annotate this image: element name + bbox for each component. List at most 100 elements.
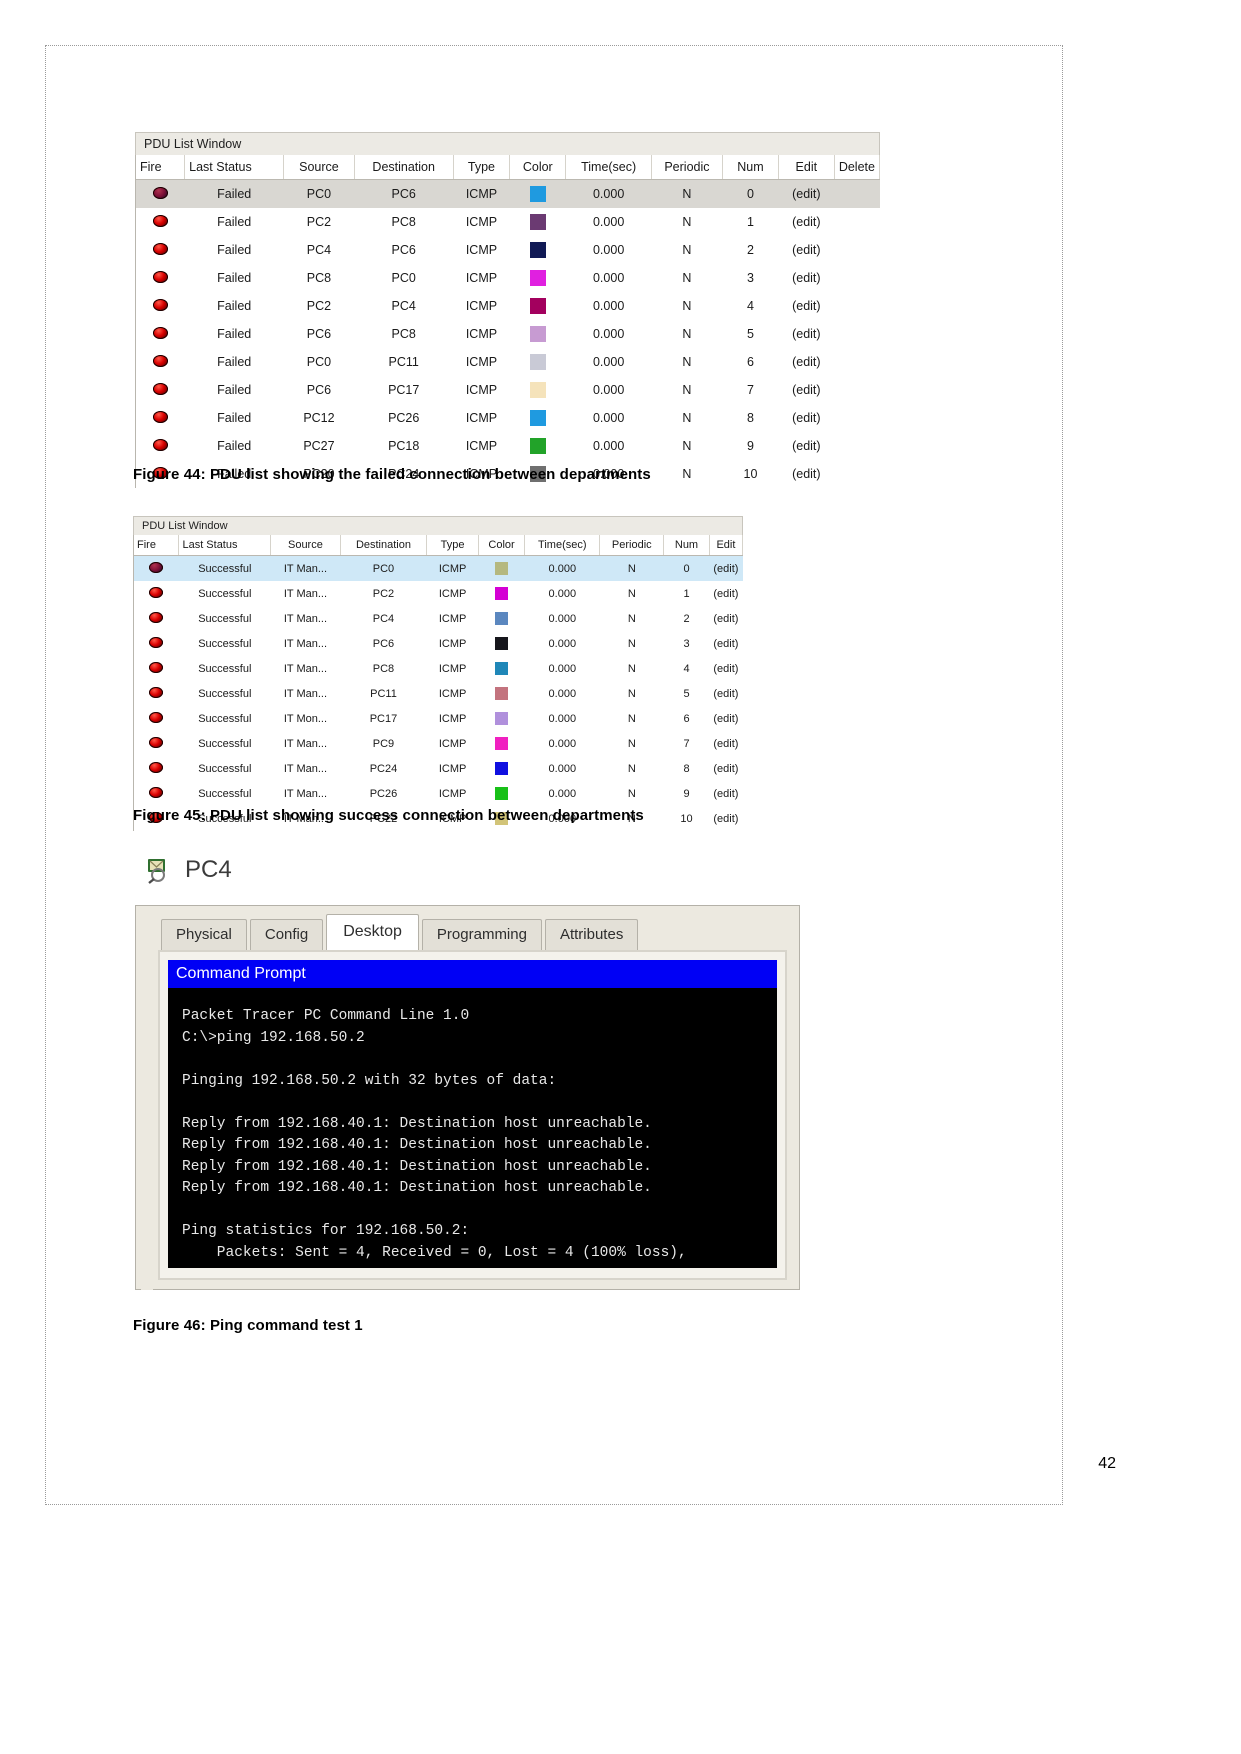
cell-delete[interactable] <box>834 208 879 236</box>
red-led-icon[interactable] <box>149 762 163 773</box>
cell-edit[interactable]: (edit) <box>709 556 742 582</box>
tab-programming[interactable]: Programming <box>422 919 542 950</box>
cell-delete[interactable] <box>834 404 879 432</box>
tab-config[interactable]: Config <box>250 919 323 950</box>
table-row[interactable]: SuccessfulIT Man...PC8ICMP0.000N4(edit) <box>134 656 743 681</box>
cell-edit[interactable]: (edit) <box>709 756 742 781</box>
table-row[interactable]: SuccessfulIT Man...PC24ICMP0.000N8(edit) <box>134 756 743 781</box>
red-led-icon[interactable] <box>153 383 168 395</box>
red-led-icon[interactable] <box>153 215 168 227</box>
terminal-output[interactable]: Packet Tracer PC Command Line 1.0 C:\>pi… <box>168 988 777 1268</box>
cell-edit[interactable]: (edit) <box>709 731 742 756</box>
cell-delete[interactable] <box>834 236 879 264</box>
cell-edit[interactable]: (edit) <box>778 320 834 348</box>
column-header-destination[interactable]: Destination <box>340 535 427 556</box>
column-header-periodic[interactable]: Periodic <box>600 535 664 556</box>
table-row[interactable]: FailedPC4PC6ICMP0.000N2(edit) <box>136 236 880 264</box>
red-led-icon[interactable] <box>153 299 168 311</box>
cell-fire[interactable] <box>136 376 185 404</box>
cell-delete[interactable] <box>834 432 879 460</box>
red-led-icon[interactable] <box>149 662 163 673</box>
cell-fire[interactable] <box>136 264 185 292</box>
column-header-last-status[interactable]: Last Status <box>179 535 271 556</box>
cell-fire[interactable] <box>136 432 185 460</box>
table-row[interactable]: SuccessfulIT Man...PC9ICMP0.000N7(edit) <box>134 731 743 756</box>
column-header-periodic[interactable]: Periodic <box>651 155 722 180</box>
red-led-icon[interactable] <box>149 587 163 598</box>
cell-fire[interactable] <box>134 706 179 731</box>
cell-fire[interactable] <box>136 348 185 376</box>
column-header-time-sec[interactable]: Time(sec) <box>566 155 651 180</box>
tab-desktop[interactable]: Desktop <box>326 914 419 950</box>
red-led-icon[interactable] <box>153 243 168 255</box>
table-row[interactable]: FailedPC0PC6ICMP0.000N0(edit) <box>136 180 880 209</box>
column-header-num[interactable]: Num <box>723 155 779 180</box>
cell-edit[interactable]: (edit) <box>778 432 834 460</box>
column-header-color[interactable]: Color <box>478 535 524 556</box>
table-row[interactable]: SuccessfulIT Man...PC4ICMP0.000N2(edit) <box>134 606 743 631</box>
red-led-icon[interactable] <box>153 411 168 423</box>
column-header-type[interactable]: Type <box>427 535 479 556</box>
red-led-icon[interactable] <box>153 271 168 283</box>
column-header-source[interactable]: Source <box>271 535 341 556</box>
red-led-icon[interactable] <box>149 687 163 698</box>
cell-fire[interactable] <box>136 292 185 320</box>
cell-fire[interactable] <box>134 731 179 756</box>
cell-delete[interactable] <box>834 292 879 320</box>
cell-edit[interactable]: (edit) <box>778 236 834 264</box>
cell-fire[interactable] <box>136 180 185 209</box>
column-header-fire[interactable]: Fire <box>134 535 179 556</box>
column-header-edit[interactable]: Edit <box>778 155 834 180</box>
column-header-time-sec[interactable]: Time(sec) <box>525 535 600 556</box>
cell-edit[interactable]: (edit) <box>778 376 834 404</box>
cell-edit[interactable]: (edit) <box>778 180 834 209</box>
table-row[interactable]: SuccessfulIT Mon...PC17ICMP0.000N6(edit) <box>134 706 743 731</box>
cell-fire[interactable] <box>136 236 185 264</box>
cell-edit[interactable]: (edit) <box>778 404 834 432</box>
cell-delete[interactable] <box>834 320 879 348</box>
column-header-source[interactable]: Source <box>284 155 354 180</box>
column-header-edit[interactable]: Edit <box>709 535 742 556</box>
cell-fire[interactable] <box>134 756 179 781</box>
red-led-icon[interactable] <box>153 439 168 451</box>
cell-delete[interactable] <box>834 264 879 292</box>
table-row[interactable]: FailedPC0PC11ICMP0.000N6(edit) <box>136 348 880 376</box>
column-header-delete[interactable]: Delete <box>834 155 879 180</box>
column-header-type[interactable]: Type <box>453 155 509 180</box>
cell-fire[interactable] <box>136 208 185 236</box>
column-header-destination[interactable]: Destination <box>354 155 453 180</box>
cell-delete[interactable] <box>834 460 879 488</box>
cell-edit[interactable]: (edit) <box>709 781 742 806</box>
cell-delete[interactable] <box>834 348 879 376</box>
table-row[interactable]: FailedPC2PC8ICMP0.000N1(edit) <box>136 208 880 236</box>
cell-edit[interactable]: (edit) <box>709 606 742 631</box>
table-row[interactable]: FailedPC12PC26ICMP0.000N8(edit) <box>136 404 880 432</box>
tab-physical[interactable]: Physical <box>161 919 247 950</box>
column-header-fire[interactable]: Fire <box>136 155 185 180</box>
cell-edit[interactable]: (edit) <box>778 460 834 488</box>
table-row[interactable]: FailedPC6PC17ICMP0.000N7(edit) <box>136 376 880 404</box>
cell-edit[interactable]: (edit) <box>709 706 742 731</box>
cell-delete[interactable] <box>834 180 879 209</box>
cell-delete[interactable] <box>834 376 879 404</box>
red-led-icon[interactable] <box>149 787 163 798</box>
cell-fire[interactable] <box>136 320 185 348</box>
red-led-icon[interactable] <box>149 712 163 723</box>
red-led-icon[interactable] <box>149 637 163 648</box>
cell-edit[interactable]: (edit) <box>709 631 742 656</box>
red-led-icon[interactable] <box>149 562 163 573</box>
table-row[interactable]: SuccessfulIT Man...PC6ICMP0.000N3(edit) <box>134 631 743 656</box>
cell-fire[interactable] <box>134 681 179 706</box>
cell-fire[interactable] <box>134 781 179 806</box>
cell-fire[interactable] <box>134 656 179 681</box>
table-row[interactable]: SuccessfulIT Man...PC11ICMP0.000N5(edit) <box>134 681 743 706</box>
table-row[interactable]: FailedPC8PC0ICMP0.000N3(edit) <box>136 264 880 292</box>
table-row[interactable]: SuccessfulIT Man...PC2ICMP0.000N1(edit) <box>134 581 743 606</box>
red-led-icon[interactable] <box>153 355 168 367</box>
cell-fire[interactable] <box>134 631 179 656</box>
table-row[interactable]: SuccessfulIT Man...PC26ICMP0.000N9(edit) <box>134 781 743 806</box>
table-row[interactable]: SuccessfulIT Man...PC0ICMP0.000N0(edit) <box>134 556 743 582</box>
cell-edit[interactable]: (edit) <box>709 681 742 706</box>
red-led-icon[interactable] <box>149 612 163 623</box>
table-row[interactable]: FailedPC6PC8ICMP0.000N5(edit) <box>136 320 880 348</box>
